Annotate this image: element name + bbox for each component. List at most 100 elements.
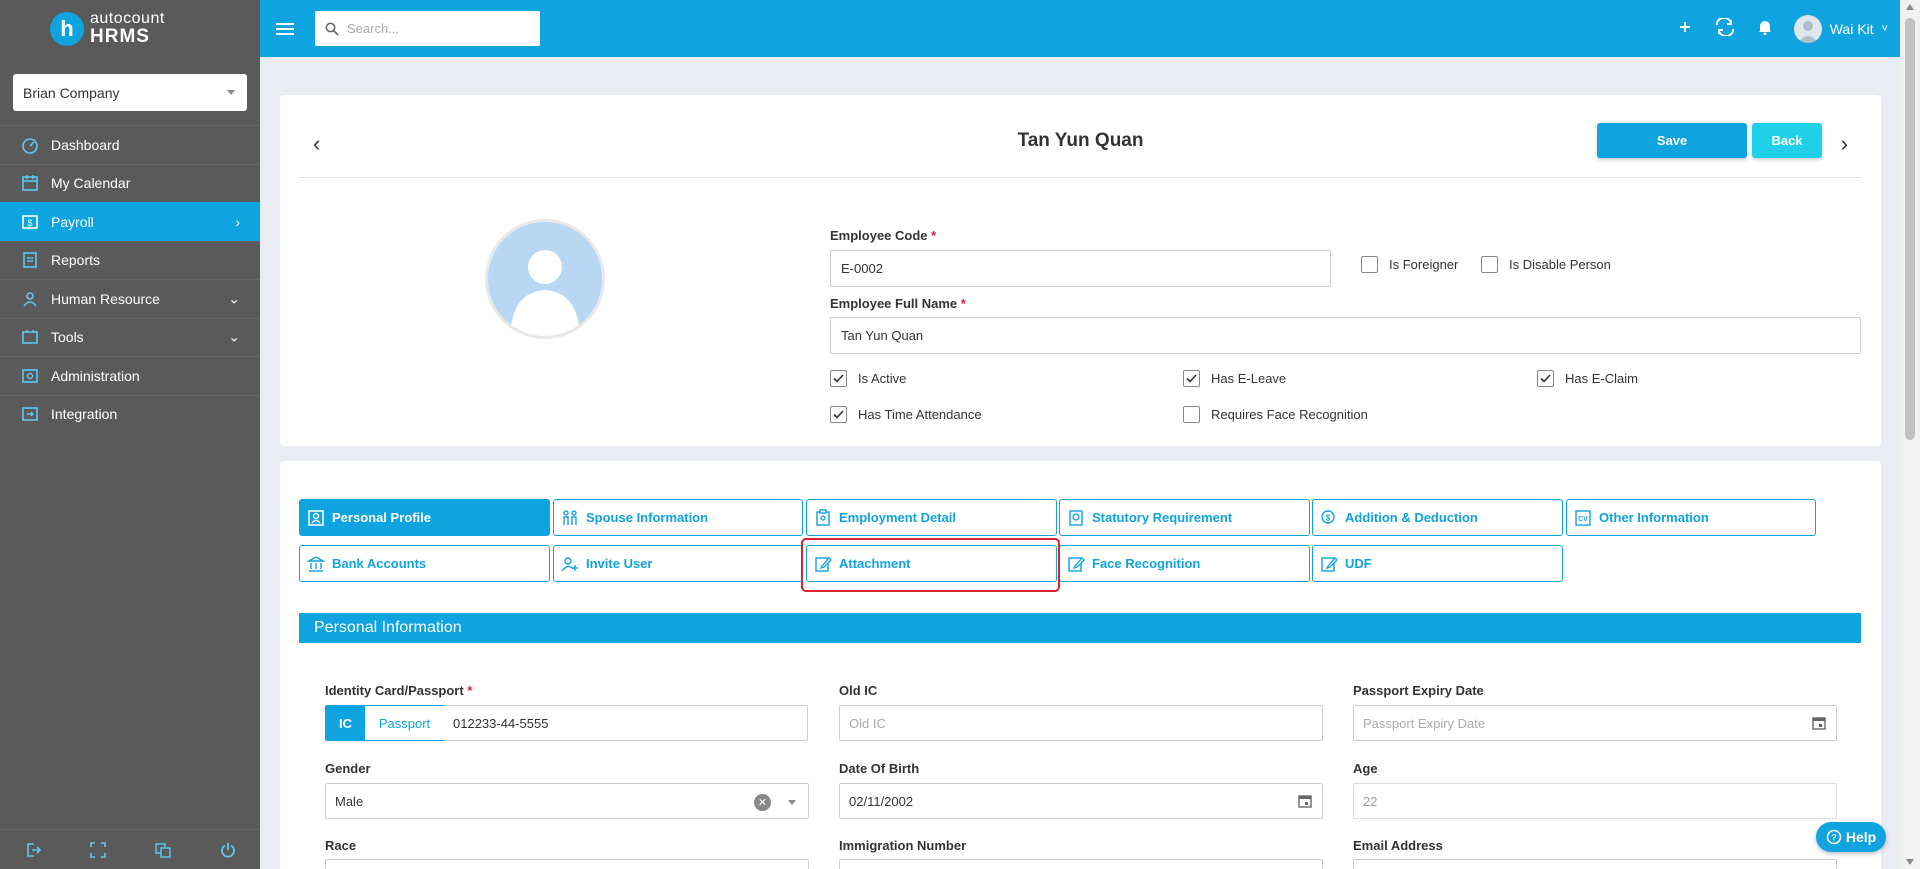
sidebar-item-payroll[interactable]: $ Payroll ›	[0, 202, 260, 241]
svg-text:?: ?	[1831, 833, 1837, 843]
is-foreigner-checkbox[interactable]: Is Foreigner	[1361, 256, 1458, 273]
save-button[interactable]: Save	[1597, 123, 1747, 158]
edit-document-icon	[1319, 554, 1339, 574]
email-field[interactable]	[1353, 859, 1837, 869]
tab-spouse-information[interactable]: Spouse Information	[553, 499, 803, 536]
dob-field[interactable]: 02/11/2002	[839, 783, 1323, 819]
scrollbar-thumb[interactable]	[1905, 18, 1915, 440]
employee-photo[interactable]	[485, 219, 605, 339]
scroll-down-icon[interactable]	[1906, 859, 1914, 865]
chevron-down-icon: ⌄	[228, 328, 240, 345]
switch-icon[interactable]	[1714, 16, 1736, 39]
sidebar-item-dashboard[interactable]: Dashboard	[0, 125, 260, 164]
sidebar-item-tools[interactable]: Tools ⌄	[0, 317, 260, 357]
back-button[interactable]: Back	[1752, 123, 1822, 158]
vertical-scrollbar[interactable]	[1900, 0, 1920, 869]
bank-icon	[306, 554, 326, 574]
tab-other-information[interactable]: CV Other Information	[1566, 499, 1816, 536]
employee-code-field[interactable]: E-0002	[830, 250, 1331, 287]
sidebar-item-label: Reports	[51, 252, 101, 269]
integration-icon	[20, 404, 40, 424]
sidebar-item-label: Integration	[51, 406, 118, 423]
passport-toggle-button[interactable]: Passport	[365, 706, 445, 740]
tab-addition-deduction[interactable]: $ Addition & Deduction	[1312, 499, 1563, 536]
next-record-icon[interactable]: ›	[1841, 131, 1848, 157]
reports-icon	[20, 250, 40, 270]
employee-code-label: Employee Code *	[830, 228, 937, 243]
age-label: Age	[1353, 761, 1378, 776]
tools-icon	[20, 327, 40, 347]
power-icon[interactable]	[217, 839, 239, 861]
tab-personal-profile[interactable]: Personal Profile	[299, 499, 550, 536]
user-name: Wai Kit	[1829, 20, 1874, 37]
chevron-down-icon	[788, 800, 796, 805]
has-time-attendance-checkbox[interactable]: Has Time Attendance	[830, 406, 982, 423]
tab-face-recognition[interactable]: Face Recognition	[1059, 545, 1310, 582]
sidebar-footer	[0, 829, 260, 869]
gender-select[interactable]: Male ✕	[325, 783, 809, 819]
chevron-down-icon: ⌄	[228, 290, 240, 307]
ic-label: Identity Card/Passport *	[325, 683, 473, 698]
dob-label: Date Of Birth	[839, 761, 920, 776]
tab-employment-detail[interactable]: Employment Detail	[806, 499, 1057, 536]
language-icon[interactable]	[152, 839, 174, 861]
requires-face-recognition-checkbox[interactable]: Requires Face Recognition	[1183, 406, 1368, 423]
edit-document-icon	[1066, 554, 1086, 574]
ic-number-field[interactable]: 012233-44-5555	[444, 705, 808, 741]
tab-bank-accounts[interactable]: Bank Accounts	[299, 545, 550, 582]
company-select[interactable]: Brian Company	[13, 74, 247, 111]
dashboard-icon	[20, 135, 40, 155]
age-field: 22	[1353, 783, 1837, 819]
employee-full-name-field[interactable]: Tan Yun Quan	[830, 317, 1861, 354]
sidebar-item-administration[interactable]: Administration	[0, 356, 260, 395]
immigration-number-label: Immigration Number	[839, 838, 967, 853]
sidebar-item-human-resource[interactable]: Human Resource ⌄	[0, 279, 260, 318]
id-type-toggle: IC Passport	[325, 705, 446, 741]
sidebar-item-my-calendar[interactable]: My Calendar	[0, 163, 260, 203]
search-placeholder: Search...	[347, 21, 400, 36]
race-select[interactable]	[325, 859, 809, 869]
user-menu[interactable]: Wai Kit ˅	[1793, 14, 1888, 43]
calendar-icon[interactable]	[1298, 794, 1312, 808]
calendar-icon	[20, 173, 40, 193]
scroll-up-icon[interactable]	[1906, 4, 1914, 10]
fullscreen-icon[interactable]	[87, 839, 109, 861]
sidebar-item-label: Human Resource	[51, 290, 160, 307]
logo-text-top: autocount	[90, 10, 165, 27]
divider	[299, 177, 1861, 178]
sidebar-item-integration[interactable]: Integration	[0, 394, 260, 434]
is-active-checkbox[interactable]: Is Active	[830, 370, 906, 387]
employee-name-label: Employee Full Name *	[830, 296, 966, 311]
sidebar-item-label: Administration	[51, 367, 140, 384]
tab-statutory-requirement[interactable]: Statutory Requirement	[1059, 499, 1310, 536]
old-ic-field[interactable]: Old IC	[839, 705, 1323, 741]
sidebar-item-reports[interactable]: Reports	[0, 240, 260, 280]
hamburger-menu-icon[interactable]	[276, 22, 294, 35]
immigration-number-field[interactable]	[839, 859, 1323, 869]
ic-toggle-button[interactable]: IC	[326, 706, 365, 740]
is-disable-person-checkbox[interactable]: Is Disable Person	[1481, 256, 1611, 273]
search-input[interactable]: Search...	[315, 11, 540, 46]
svg-text:$: $	[27, 218, 32, 228]
search-icon	[325, 22, 339, 36]
clipboard-icon	[813, 508, 833, 528]
bell-icon[interactable]	[1758, 19, 1772, 38]
add-icon[interactable]	[1678, 20, 1692, 37]
human-resource-icon	[20, 289, 40, 309]
help-button[interactable]: ? Help	[1816, 822, 1886, 852]
passport-expiry-field[interactable]: Passport Expiry Date	[1353, 705, 1837, 741]
clear-icon[interactable]: ✕	[754, 794, 771, 811]
has-eclaim-checkbox[interactable]: Has E-Claim	[1537, 370, 1638, 387]
logout-icon[interactable]	[22, 839, 44, 861]
money-icon: $	[1319, 508, 1339, 528]
chevron-down-icon	[227, 90, 235, 95]
svg-text:$: $	[1326, 513, 1331, 522]
has-eleave-checkbox[interactable]: Has E-Leave	[1183, 370, 1286, 387]
brand-logo[interactable]: h autocount HRMS	[0, 0, 260, 57]
chevron-right-icon: ›	[235, 213, 240, 230]
tab-invite-user[interactable]: Invite User	[553, 545, 803, 582]
sidebar-item-label: Tools	[51, 329, 84, 346]
tab-udf[interactable]: UDF	[1312, 545, 1563, 582]
calendar-icon[interactable]	[1812, 716, 1826, 730]
administration-icon	[20, 366, 40, 386]
